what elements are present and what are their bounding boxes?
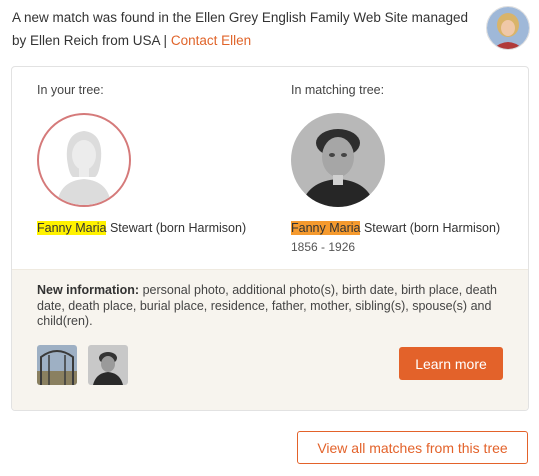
match-message: A new match was found in the Ellen Grey … <box>12 6 482 52</box>
new-information-title: New information: <box>37 283 140 297</box>
female-silhouette-icon <box>57 131 111 205</box>
matched-person-photo[interactable] <box>291 113 385 207</box>
new-information-text: New information: personal photo, additio… <box>37 283 507 330</box>
new-information-panel: New information: personal photo, additio… <box>12 269 528 410</box>
person-dates: 1856 - 1926 <box>291 240 356 254</box>
matched-person-portrait <box>291 113 385 207</box>
match-card: In your tree: In matching tree: Fanny Ma… <box>11 66 529 411</box>
matching-tree-person-name[interactable]: Fanny Maria Stewart (born Harmison) <box>291 221 500 235</box>
cemetery-photo <box>37 345 77 385</box>
your-tree-label: In your tree: <box>37 83 104 97</box>
manager-avatar-image <box>487 7 529 49</box>
view-all-matches-button[interactable]: View all matches from this tree <box>297 431 528 464</box>
name-highlight: Fanny Maria <box>291 221 361 235</box>
photo-thumbnail-portrait[interactable] <box>88 345 128 385</box>
empty-person-photo <box>37 113 131 207</box>
name-highlight: Fanny Maria <box>37 221 107 235</box>
manager-avatar[interactable] <box>486 6 530 50</box>
contact-link[interactable]: Contact Ellen <box>171 33 251 48</box>
photo-thumbnail-cemetery[interactable] <box>37 345 77 385</box>
your-tree-person-name: Fanny Maria Stewart (born Harmison) <box>37 221 246 235</box>
name-rest: Stewart (born Harmison) <box>360 221 501 235</box>
matching-tree-label: In matching tree: <box>291 83 385 97</box>
name-rest: Stewart (born Harmison) <box>106 221 247 235</box>
learn-more-button[interactable]: Learn more <box>399 347 503 380</box>
portrait-photo <box>88 345 128 385</box>
